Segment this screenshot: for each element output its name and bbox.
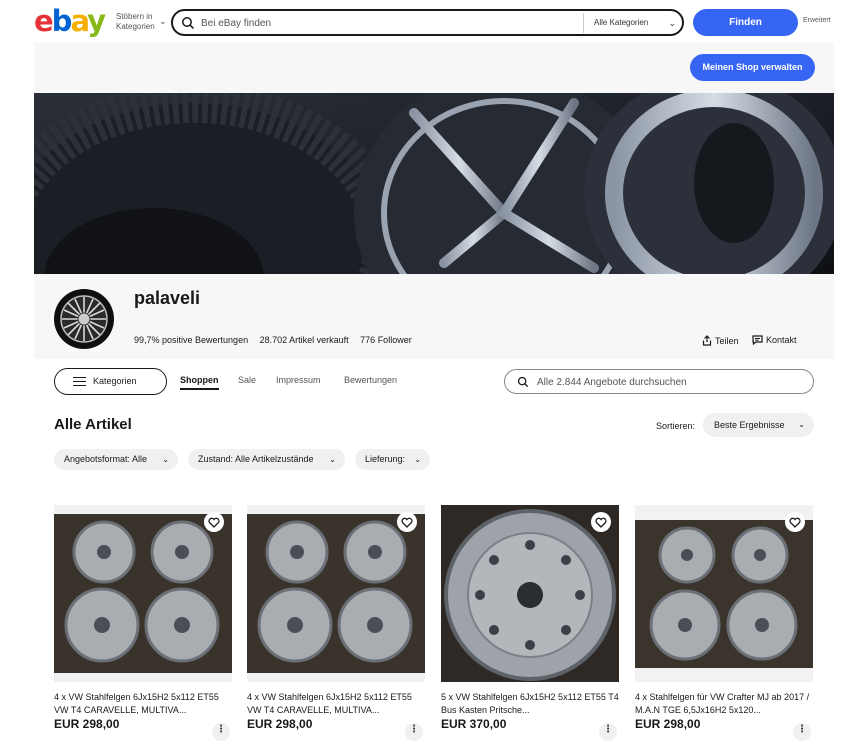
filter-chip-label: Angebotsformat: Alle	[64, 454, 148, 464]
positive-feedback[interactable]: 99,7% positive Bewertungen	[134, 335, 248, 345]
product-price: EUR 298,00	[635, 717, 701, 731]
follower-count: 776 Follower	[360, 335, 412, 345]
chevron-down-icon: ⌄	[159, 16, 167, 26]
product-title[interactable]: 4 x VW Stahlfelgen 6Jx15H2 5x112 ET55 VW…	[247, 691, 425, 717]
contact-button[interactable]: Kontakt	[752, 335, 797, 346]
product-price: EUR 298,00	[247, 717, 313, 731]
filter-chip-label: Zustand: Alle Artikelzustände	[198, 454, 314, 464]
product-title[interactable]: 4 x Stahlfelgen für VW Crafter MJ ab 201…	[635, 691, 813, 717]
tab-sale[interactable]: Sale	[238, 375, 256, 385]
contact-label: Kontakt	[766, 335, 797, 345]
listing-title: Alle Artikel	[54, 416, 132, 433]
more-icon[interactable]: ⋮	[212, 723, 230, 741]
sort-value: Beste Ergebnisse	[714, 420, 785, 430]
sort-select[interactable]: Beste Ergebnisse ⌄	[703, 413, 814, 437]
filter-chip-label: Lieferung:	[365, 454, 406, 464]
tab-bewertungen[interactable]: Bewertungen	[344, 375, 397, 385]
chevron-down-icon: ⌄	[798, 420, 805, 429]
product-price: EUR 298,00	[54, 717, 120, 731]
categories-label: Kategorien	[93, 376, 137, 386]
product-image[interactable]	[441, 505, 619, 682]
more-icon[interactable]: ⋮	[599, 723, 617, 741]
share-icon	[702, 335, 712, 346]
product-card[interactable]: 4 x VW Stahlfelgen 6Jx15H2 5x112 ET55 VW…	[247, 505, 425, 752]
ebay-logo[interactable]: ebay	[34, 5, 106, 37]
heart-icon	[208, 517, 220, 528]
watch-button[interactable]	[397, 512, 417, 532]
banner-tires-wheels-image	[34, 93, 834, 274]
wheel-logo-icon	[55, 290, 113, 348]
find-button[interactable]: Finden	[693, 9, 798, 36]
chevron-down-icon: ⌄	[329, 455, 336, 464]
menu-icon	[73, 377, 86, 386]
advanced-search-link[interactable]: Erweitert	[803, 17, 831, 24]
tab-impressum[interactable]: Impressum	[276, 375, 321, 385]
heart-icon	[401, 517, 413, 528]
steel-wheels-photo	[635, 520, 813, 668]
search-icon	[517, 376, 529, 388]
store-banner-image	[34, 93, 834, 274]
product-card[interactable]: 5 x VW Stahlfelgen 6Jx15H2 5x112 ET55 T4…	[441, 505, 619, 752]
category-select[interactable]: Alle Kategorien ⌄	[583, 13, 684, 33]
store-stats: 99,7% positive Bewertungen 28.702 Artike…	[134, 335, 421, 345]
product-card[interactable]: 4 x VW Stahlfelgen 6Jx15H2 5x112 ET55 VW…	[54, 505, 232, 752]
filter-chip-condition[interactable]: Zustand: Alle Artikelzustände ⌄	[188, 449, 345, 470]
watch-button[interactable]	[591, 512, 611, 532]
share-button[interactable]: Teilen	[702, 335, 739, 346]
chat-icon	[752, 335, 763, 346]
more-icon[interactable]: ⋮	[405, 723, 423, 741]
chevron-down-icon: ⌄	[162, 455, 169, 464]
product-image[interactable]	[247, 505, 425, 682]
chevron-down-icon: ⌄	[414, 455, 421, 464]
items-sold: 28.702 Artikel verkauft	[259, 335, 349, 345]
categories-button[interactable]: Kategorien	[54, 368, 167, 395]
steel-wheel-photo	[441, 505, 619, 682]
product-title[interactable]: 4 x VW Stahlfelgen 6Jx15H2 5x112 ET55 VW…	[54, 691, 232, 717]
global-search-bar: Alle Kategorien ⌄	[171, 9, 684, 36]
shop-by-category-button[interactable]: Stöbern in Kategorien	[116, 12, 164, 32]
product-image[interactable]	[635, 505, 813, 682]
steel-wheels-photo	[247, 514, 425, 673]
global-search-input[interactable]	[201, 14, 571, 32]
steel-wheels-photo	[54, 514, 232, 673]
store-profile-section: palaveli 99,7% positive Bewertungen 28.7…	[34, 274, 834, 359]
shop-name: palaveli	[134, 288, 201, 308]
watch-button[interactable]	[785, 512, 805, 532]
category-select-label: Alle Kategorien	[594, 18, 649, 27]
sort-label: Sortieren:	[656, 421, 696, 431]
heart-icon	[595, 517, 607, 528]
global-header: ebay Stöbern in Kategorien ⌄ Alle Katego…	[0, 0, 868, 44]
store-search-input[interactable]	[537, 374, 797, 390]
product-image[interactable]	[54, 505, 232, 682]
filter-chip-format[interactable]: Angebotsformat: Alle ⌄	[54, 449, 178, 470]
manage-shop-button[interactable]: Meinen Shop verwalten	[690, 54, 815, 81]
product-title[interactable]: 5 x VW Stahlfelgen 6Jx15H2 5x112 ET55 T4…	[441, 691, 619, 717]
store-avatar[interactable]	[54, 289, 114, 349]
share-label: Teilen	[715, 336, 739, 346]
search-icon	[182, 17, 195, 30]
store-top-bar: Meinen Shop verwalten	[34, 42, 834, 93]
chevron-down-icon: ⌄	[668, 18, 676, 28]
store-search-bar	[504, 369, 814, 394]
product-price: EUR 370,00	[441, 717, 507, 731]
more-icon[interactable]: ⋮	[793, 723, 811, 741]
heart-icon	[789, 517, 801, 528]
product-card[interactable]: 4 x Stahlfelgen für VW Crafter MJ ab 201…	[635, 505, 813, 752]
tab-shoppen[interactable]: Shoppen	[180, 375, 219, 390]
filter-chip-delivery[interactable]: Lieferung: ⌄	[355, 449, 430, 470]
watch-button[interactable]	[204, 512, 224, 532]
